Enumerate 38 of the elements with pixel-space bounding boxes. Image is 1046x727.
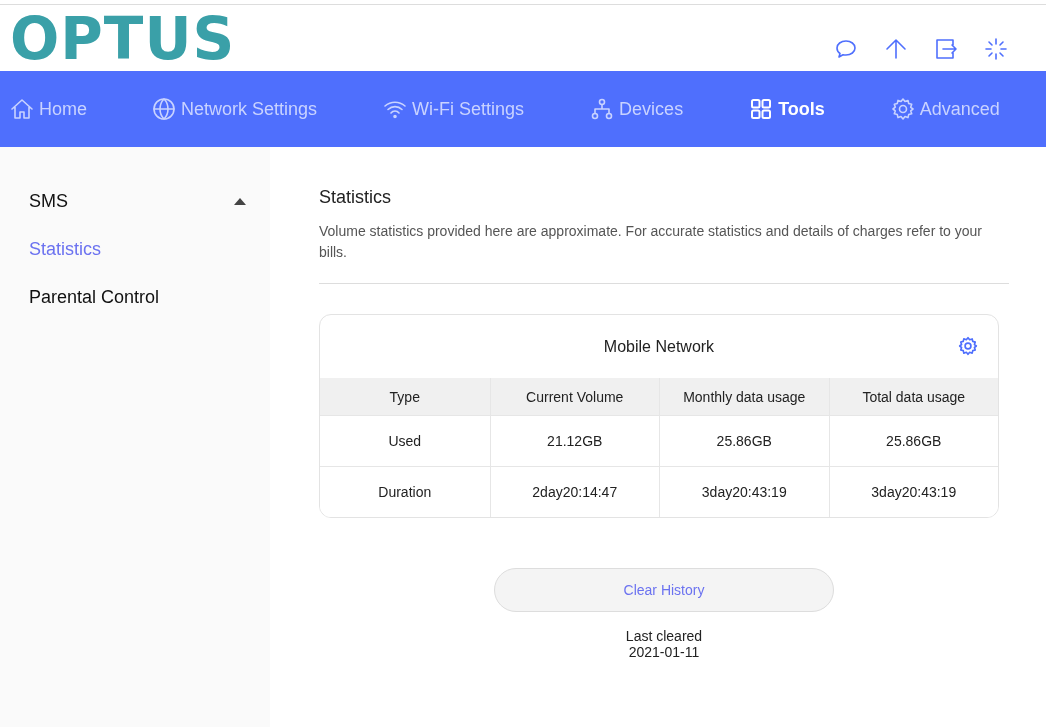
nav-tab[interactable]: Devices <box>590 97 684 121</box>
column-header: Total data usage <box>828 378 998 415</box>
last-cleared-date: 2021-01-11 <box>627 644 701 660</box>
home-icon <box>10 97 34 121</box>
spinner-icon <box>984 37 1008 61</box>
table-cell: Duration <box>320 466 490 517</box>
table-cell: 21.12GB <box>489 415 659 466</box>
nav-tab[interactable]: Home <box>10 97 87 121</box>
card-title: Mobile Network <box>603 337 715 356</box>
nav-tab[interactable]: Advanced <box>890 97 1000 121</box>
settings-icon <box>890 97 915 121</box>
table-cell: 25.86GB <box>659 415 829 466</box>
last-cleared-label: Last cleared <box>624 628 704 644</box>
table-cell: 3day20:43:19 <box>659 466 829 517</box>
column-header: Current Volume <box>489 378 659 415</box>
speech-bubble-icon[interactable] <box>834 37 858 61</box>
table-cell: 3day20:43:19 <box>828 466 998 517</box>
table-cell: 2day20:14:47 <box>489 466 659 517</box>
clear-history-button[interactable]: Clear History <box>494 568 834 612</box>
network-tree-icon <box>590 97 615 121</box>
settings-icon[interactable] <box>958 336 978 356</box>
table-cell: 25.86GB <box>828 415 998 466</box>
logo: OPTUS <box>10 10 236 68</box>
nav-tab[interactable]: Network Settings <box>152 97 318 121</box>
nav-tab[interactable]: Wi-Fi Settings <box>383 97 525 121</box>
column-header: Type <box>320 378 490 415</box>
sidebar-item[interactable]: Parental Control <box>0 273 270 321</box>
upload-icon[interactable] <box>884 37 908 61</box>
sidebar-item[interactable]: Statistics <box>0 225 270 273</box>
nav-tab[interactable]: Tools <box>749 97 825 121</box>
page-title: Statistics <box>319 187 393 208</box>
caret-icon <box>234 197 246 205</box>
logout-icon[interactable] <box>934 37 958 61</box>
globe-icon <box>152 97 176 121</box>
column-header: Monthly data usage <box>659 378 829 415</box>
sidebar-item[interactable]: SMS <box>0 177 270 225</box>
grid-icon <box>749 97 774 121</box>
page-description: Volume statistics provided here are approximate. For accurate statistics and details of charges refer to your bills. <box>319 222 983 262</box>
